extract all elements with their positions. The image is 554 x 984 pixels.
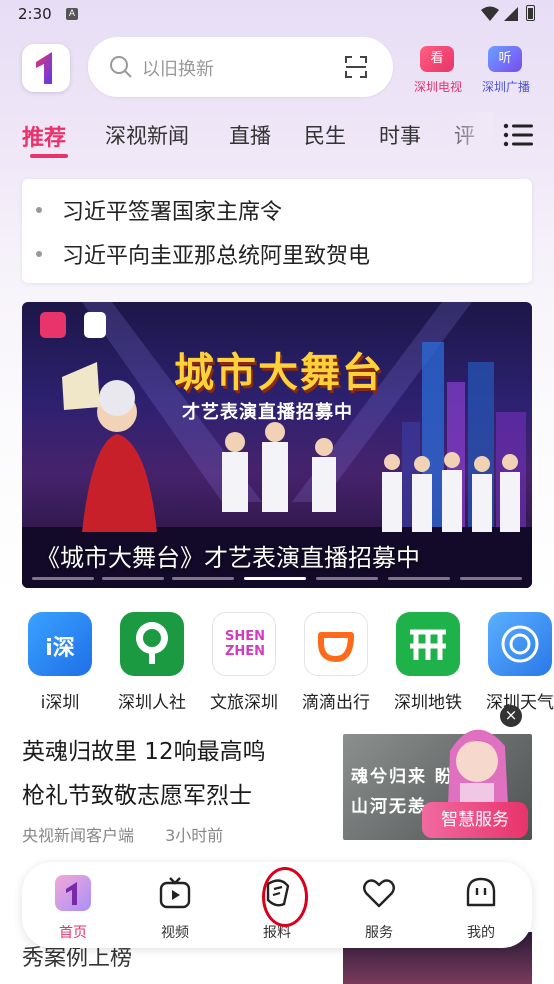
nav-home-label: 首页 bbox=[59, 925, 87, 941]
app-label: 深圳人社 bbox=[118, 693, 186, 713]
headline-item[interactable]: 习近平向圭亚那总统阿里致贺电 bbox=[36, 238, 370, 270]
nav-video-label: 视频 bbox=[161, 925, 189, 941]
app-label: 文旅深圳 bbox=[210, 693, 278, 713]
app-didi[interactable]: 滴滴出行 bbox=[290, 612, 382, 713]
red-annotation-circle bbox=[262, 867, 308, 927]
tab-current-affairs[interactable]: 时事 bbox=[379, 120, 421, 150]
heart-icon bbox=[363, 879, 395, 908]
banner-carousel[interactable]: 城市大舞台 才艺表演直播招募中 《城市大舞台》才艺表演直播招募中 bbox=[22, 302, 532, 588]
tv-icon: 看 bbox=[420, 46, 454, 72]
tab-sztv-news[interactable]: 深视新闻 bbox=[105, 120, 189, 150]
shenzhen-tv-button[interactable]: 看 深圳电视 bbox=[408, 42, 468, 98]
nav-profile[interactable]: 我的 bbox=[446, 874, 516, 942]
carousel-dot bbox=[102, 577, 164, 580]
tab-recommend[interactable]: 推荐 bbox=[22, 120, 66, 152]
profile-icon bbox=[466, 877, 496, 907]
thumb-text-line2: 山河无恙 bbox=[351, 797, 427, 817]
carousel-dot bbox=[316, 577, 378, 580]
tab-livelihood[interactable]: 民生 bbox=[304, 120, 346, 150]
app-shenzhen-weather[interactable]: 深圳天气 bbox=[474, 612, 554, 713]
banner-caption: 《城市大舞台》才艺表演直播招募中 bbox=[36, 544, 420, 572]
signal-icon bbox=[504, 7, 518, 21]
carousel-dot bbox=[32, 577, 94, 580]
active-tab-indicator bbox=[30, 154, 68, 158]
nav-service-label: 服务 bbox=[365, 925, 393, 941]
app-label: i深圳 bbox=[40, 693, 80, 713]
bullet-icon bbox=[36, 207, 42, 213]
app-logo[interactable] bbox=[22, 44, 70, 92]
shenzhen-radio-button[interactable]: 听 深圳广播 bbox=[476, 42, 536, 98]
shenzhen-logo-glyph: SHEN ZHEN bbox=[224, 629, 266, 659]
i-shenzhen-icon: i深 bbox=[28, 612, 92, 676]
channel-tabs: 推荐 深视新闻 直播 民生 时事 评 bbox=[0, 112, 554, 158]
tree-icon bbox=[120, 612, 184, 676]
shenzhen-logo-icon: SHEN ZHEN bbox=[212, 612, 276, 676]
nav-service[interactable]: 服务 bbox=[344, 874, 414, 942]
status-bar: 2:30 A bbox=[0, 0, 554, 30]
battery-icon bbox=[526, 5, 535, 21]
headline-text: 习近平向圭亚那总统阿里致贺电 bbox=[62, 244, 371, 269]
home-logo-icon bbox=[55, 875, 91, 911]
headline-card: 习近平签署国家主席令 习近平向圭亚那总统阿里致贺电 bbox=[22, 179, 532, 283]
headline-text: 习近平签署国家主席令 bbox=[62, 200, 283, 225]
nav-profile-label: 我的 bbox=[467, 925, 495, 941]
app-shortcuts: i深 i深圳 深圳人社 SHEN ZHEN 文旅深圳 滴滴出行 深圳地铁 深圳天… bbox=[0, 612, 554, 714]
tab-live[interactable]: 直播 bbox=[229, 120, 271, 150]
nav-video[interactable]: 视频 bbox=[140, 874, 210, 942]
search-bar[interactable]: 以旧换新 bbox=[88, 37, 393, 97]
didi-icon bbox=[304, 612, 368, 676]
headline-item[interactable]: 习近平签署国家主席令 bbox=[36, 194, 282, 226]
app-i-shenzhen[interactable]: i深 i深圳 bbox=[14, 612, 106, 713]
article-source: 央视新闻客户端 bbox=[22, 826, 135, 845]
tabs-fade bbox=[440, 112, 494, 158]
banner-subtitle: 才艺表演直播招募中 bbox=[182, 402, 353, 423]
menu-icon[interactable] bbox=[503, 123, 533, 147]
banner-title: 城市大舞台 bbox=[174, 350, 384, 396]
bullet-icon bbox=[36, 251, 42, 257]
app-label: 滴滴出行 bbox=[302, 693, 370, 713]
radio-icon: 听 bbox=[488, 46, 522, 72]
smart-service-button[interactable]: 智慧服务 bbox=[422, 802, 528, 838]
carousel-dot bbox=[388, 577, 450, 580]
app-shenzhen-hrss[interactable]: 深圳人社 bbox=[106, 612, 198, 713]
video-icon bbox=[159, 877, 191, 909]
close-icon[interactable]: × bbox=[500, 705, 522, 727]
article-time: 3小时前 bbox=[165, 826, 224, 845]
notification-icon: A bbox=[66, 8, 78, 20]
search-icon bbox=[110, 56, 132, 78]
i-shenzhen-glyph: i深 bbox=[45, 636, 75, 661]
app-shenzhen-metro[interactable]: 深圳地铁 bbox=[382, 612, 474, 713]
article-title-line2: 枪礼节致敬志愿军烈士 bbox=[22, 783, 252, 809]
article-title-line1: 英魂归故里 12响最高鸣 bbox=[22, 739, 266, 765]
scan-icon[interactable] bbox=[344, 55, 368, 79]
nav-home[interactable]: 首页 bbox=[38, 874, 108, 942]
carousel-dot-active bbox=[244, 577, 306, 580]
article-meta: 央视新闻客户端 3小时前 bbox=[22, 822, 223, 846]
carousel-dot bbox=[172, 577, 234, 580]
search-placeholder: 以旧换新 bbox=[142, 59, 214, 80]
app-wenlv-shenzhen[interactable]: SHEN ZHEN 文旅深圳 bbox=[198, 612, 290, 713]
metro-icon bbox=[396, 612, 460, 676]
smart-service-assistant[interactable]: × 智慧服务 bbox=[420, 705, 532, 840]
app-logo-icon bbox=[36, 52, 52, 84]
carousel-dot bbox=[460, 577, 522, 580]
tv-label: 深圳电视 bbox=[413, 80, 462, 94]
radio-label: 深圳广播 bbox=[481, 80, 530, 94]
weather-icon bbox=[488, 612, 552, 676]
wifi-icon bbox=[481, 6, 499, 21]
status-time: 2:30 bbox=[18, 5, 52, 23]
